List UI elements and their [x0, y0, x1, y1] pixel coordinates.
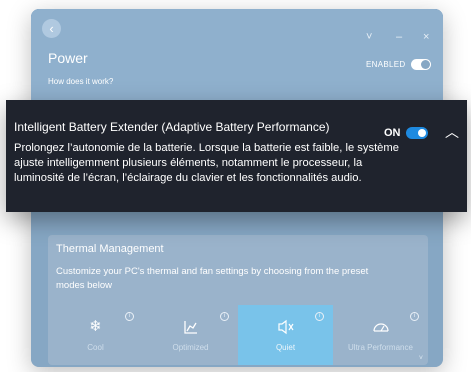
- battery-extender-toggle[interactable]: [405, 127, 428, 139]
- toggle-state-label: ON: [384, 127, 401, 139]
- battery-extender-toggle-row: ON: [384, 127, 428, 139]
- chevron-up-icon[interactable]: ︿: [445, 122, 459, 142]
- popup-description: Prolongez l’autonomie de la batterie. Lo…: [14, 142, 399, 184]
- popup-title: Intelligent Battery Extender (Adaptive B…: [14, 120, 330, 134]
- battery-extender-popup: Intelligent Battery Extender (Adaptive B…: [6, 100, 467, 212]
